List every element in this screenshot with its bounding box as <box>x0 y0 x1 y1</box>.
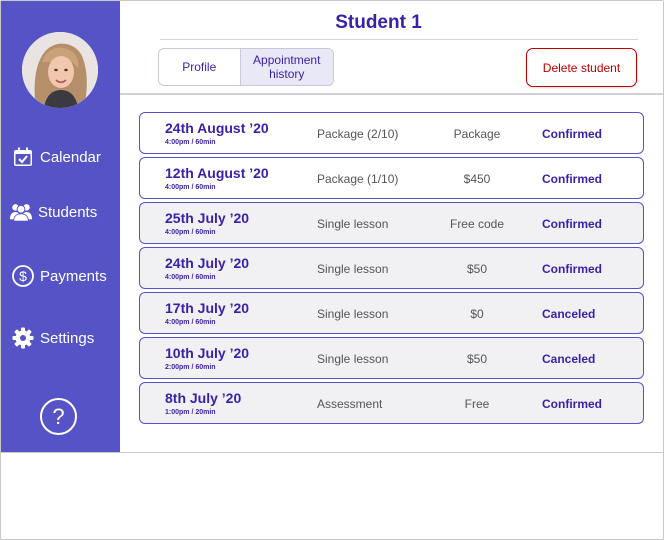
appointment-row[interactable]: 24th August ’20 4:00pm / 60min Package (… <box>139 112 644 154</box>
appointment-row[interactable]: 24th July ’20 4:00pm / 60min Single less… <box>139 247 644 289</box>
sidebar-item-label: Calendar <box>40 148 101 166</box>
appointment-row[interactable]: 8th July ’20 1:00pm / 20min Assessment F… <box>139 382 644 424</box>
appointment-row[interactable]: 17th July ’20 4:00pm / 60min Single less… <box>139 292 644 334</box>
appointment-price: $450 <box>463 172 491 186</box>
svg-text:$: $ <box>19 268 27 284</box>
title-divider <box>160 39 638 40</box>
appointment-date: 24th July ’20 <box>165 255 250 271</box>
tab-profile[interactable]: Profile <box>159 49 240 85</box>
appointment-time: 4:00pm / 60min <box>165 139 216 146</box>
appointment-status: Confirmed <box>542 127 602 141</box>
students-icon <box>9 200 33 224</box>
appointment-type: Package (1/10) <box>317 172 399 186</box>
help-button[interactable]: ? <box>40 398 77 435</box>
appointment-date: 10th July ’20 <box>165 345 250 361</box>
appointment-status: Confirmed <box>542 397 602 411</box>
sidebar-item-settings[interactable]: Settings <box>11 323 94 353</box>
sidebar-item-label: Students <box>38 203 98 221</box>
sidebar-item-label: Settings <box>40 329 95 347</box>
sidebar-item-payments[interactable]: $ Payments <box>11 261 107 291</box>
delete-student-button[interactable]: Delete student <box>526 48 637 87</box>
appointment-time: 4:00pm / 60min <box>165 229 216 236</box>
appointment-status: Confirmed <box>542 262 602 276</box>
appointment-date: 24th August ’20 <box>165 120 269 136</box>
appointment-type: Package (2/10) <box>317 127 399 141</box>
appointment-price: $50 <box>466 262 488 276</box>
avatar[interactable] <box>22 32 98 108</box>
appointment-date: 8th July ’20 <box>165 390 242 406</box>
appointment-type: Single lesson <box>317 262 389 276</box>
appointment-time: 2:00pm / 60min <box>165 364 216 371</box>
gear-icon <box>11 326 35 350</box>
appointment-row[interactable]: 12th August ’20 4:00pm / 60min Package (… <box>139 157 644 199</box>
appointment-price: Free <box>464 397 490 411</box>
tab-bar: Profile Appointment history <box>158 48 334 86</box>
appointment-status: Canceled <box>542 352 596 366</box>
appointment-date: 12th August ’20 <box>165 165 269 181</box>
appointment-list: 24th August ’20 4:00pm / 60min Package (… <box>120 96 663 452</box>
appointment-time: 4:00pm / 60min <box>165 274 216 281</box>
divider <box>1 452 663 453</box>
appointment-status: Confirmed <box>542 217 602 231</box>
appointment-type: Single lesson <box>317 307 389 321</box>
student-avatar-icon <box>22 32 98 108</box>
appointment-price: Package <box>453 127 501 141</box>
calendar-icon <box>11 145 35 169</box>
appointment-type: Single lesson <box>317 352 389 366</box>
sidebar-item-calendar[interactable]: Calendar <box>11 142 101 172</box>
appointment-price: $50 <box>466 352 488 366</box>
sidebar-item-label: Payments <box>40 267 107 285</box>
appointment-type: Assessment <box>317 397 383 411</box>
appointment-price: $0 <box>470 307 484 321</box>
dollar-icon: $ <box>11 264 35 288</box>
header: Student 1 Profile Appointment history De… <box>120 1 663 95</box>
appointment-price: Free code <box>449 217 505 231</box>
appointment-row[interactable]: 25th July ’20 4:00pm / 60min Single less… <box>139 202 644 244</box>
sidebar-item-students[interactable]: Students <box>9 197 97 227</box>
appointment-status: Canceled <box>542 307 596 321</box>
appointment-time: 4:00pm / 60min <box>165 184 216 191</box>
help-icon: ? <box>52 403 65 429</box>
appointment-time: 1:00pm / 20min <box>165 409 216 416</box>
tab-appointment-history[interactable]: Appointment history <box>239 49 333 85</box>
appointment-date: 17th July ’20 <box>165 300 250 316</box>
appointment-row[interactable]: 10th July ’20 2:00pm / 60min Single less… <box>139 337 644 379</box>
appointment-type: Single lesson <box>317 217 389 231</box>
appointment-time: 4:00pm / 60min <box>165 319 216 326</box>
page-title: Student 1 <box>335 12 422 33</box>
appointment-date: 25th July ’20 <box>165 210 250 226</box>
appointment-status: Confirmed <box>542 172 602 186</box>
sidebar: Calendar Students $ Payments Settings ? <box>1 1 120 452</box>
